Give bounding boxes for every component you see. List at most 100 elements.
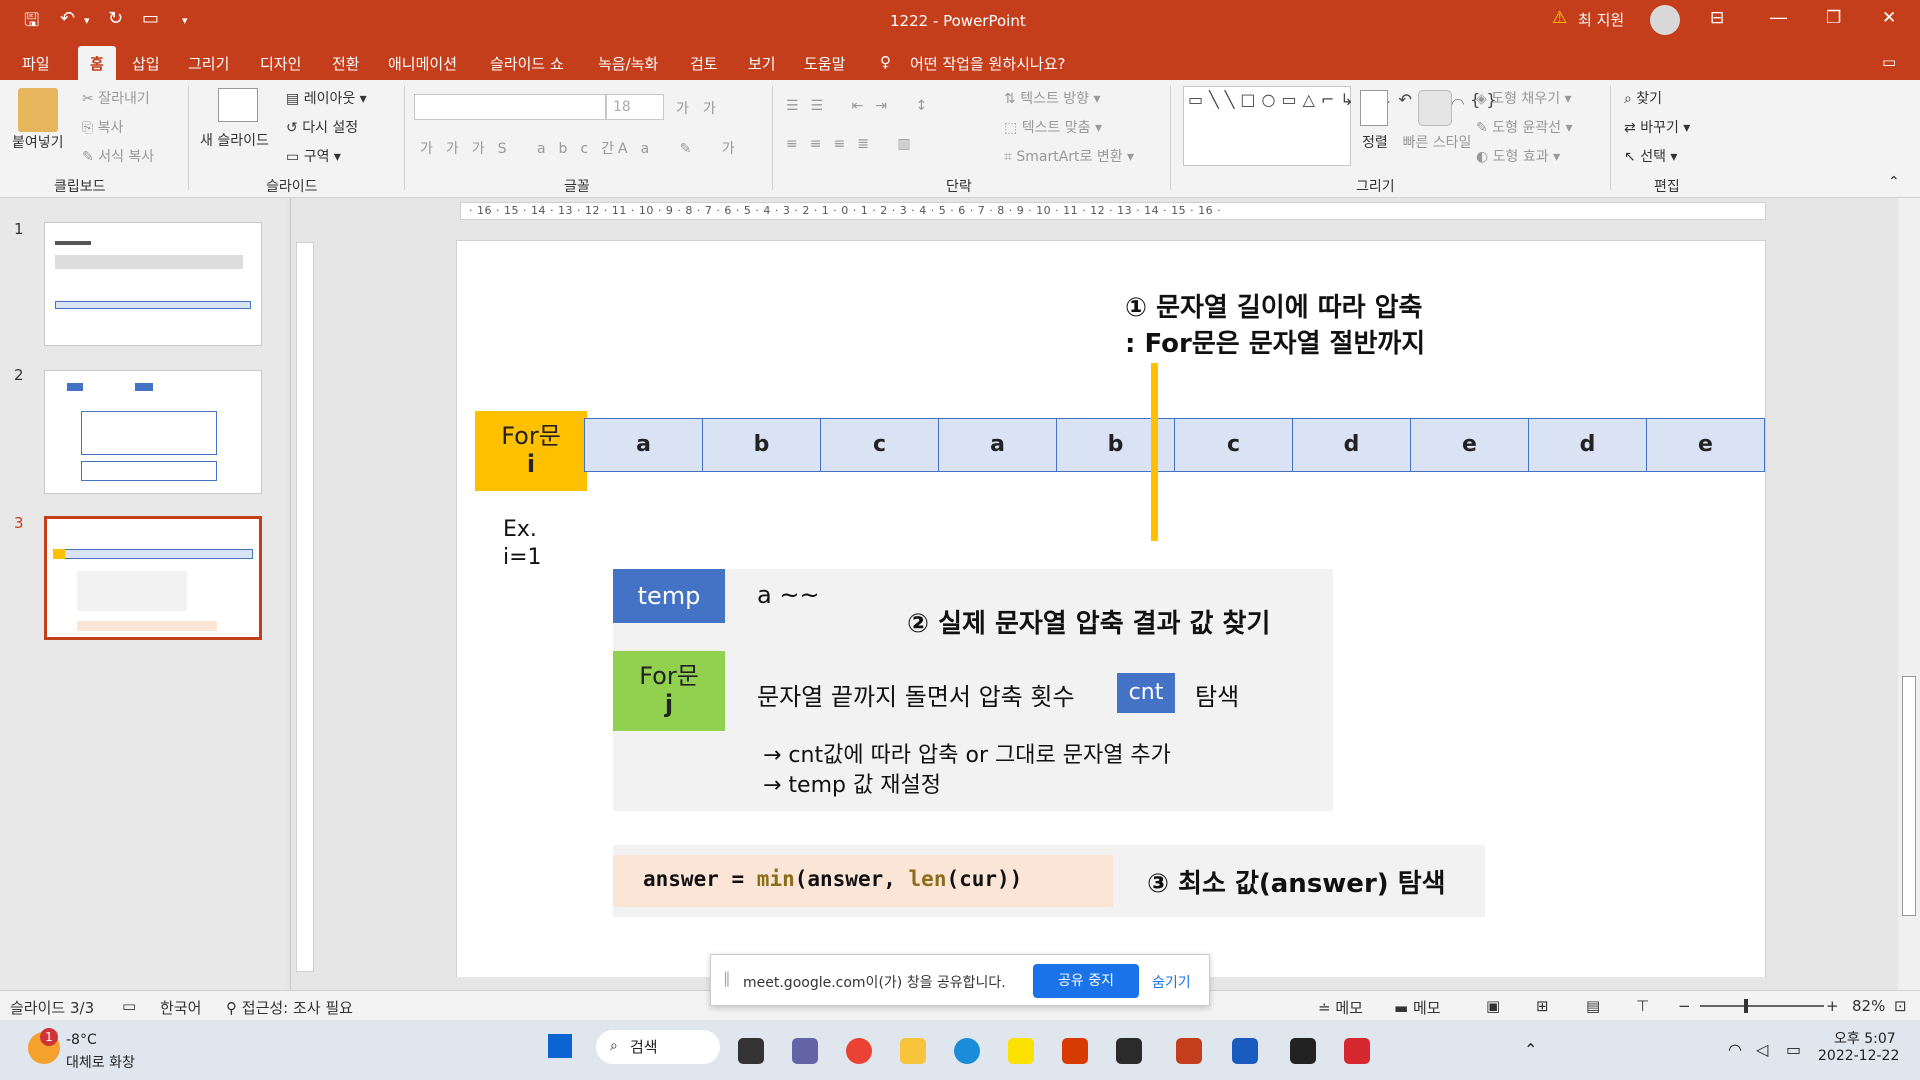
save-icon[interactable]: 🖫 [24, 8, 39, 38]
zoom-slider[interactable] [1700, 1005, 1824, 1007]
section-button[interactable]: ▭ 구역 ▾ [286, 146, 341, 166]
teams-chat-icon[interactable] [792, 1038, 818, 1064]
new-slide-icon[interactable] [218, 88, 258, 122]
select-button[interactable]: ↖ 선택 ▾ [1624, 146, 1677, 166]
layout-button[interactable]: ▤ 레이아웃 ▾ [286, 88, 367, 108]
vertical-ruler[interactable] [296, 242, 314, 972]
accessibility-status[interactable]: ⚲ 접근성: 조사 필요 [226, 997, 353, 1018]
volume-icon[interactable]: ◁ [1756, 1040, 1768, 1059]
zoom-in-icon[interactable]: + [1826, 997, 1839, 1015]
tab-file[interactable]: 파일 [22, 53, 50, 74]
maximize-button[interactable]: ❐ [1826, 8, 1841, 28]
replace-button[interactable]: ⇄ 바꾸기 ▾ [1624, 117, 1690, 137]
task-view-icon[interactable] [738, 1038, 764, 1064]
font-size-field[interactable]: 18 [606, 94, 664, 120]
tab-slideshow[interactable]: 슬라이드 쇼 [490, 53, 564, 74]
reset-button[interactable]: ↺ 다시 설정 [286, 117, 358, 137]
chrome-icon[interactable] [846, 1038, 872, 1064]
slide-canvas[interactable]: ① 문자열 길이에 따라 압축 : For문은 문자열 절반까지 For문 i … [456, 240, 1766, 977]
tab-record[interactable]: 녹음/녹화 [598, 53, 658, 74]
user-name[interactable]: 최 지원 [1578, 9, 1624, 30]
horizontal-ruler[interactable]: · 16 · 15 · 14 · 13 · 12 · 11 · 10 · 9 ·… [460, 202, 1766, 220]
tab-view[interactable]: 보기 [748, 53, 776, 74]
spellcheck-icon[interactable]: ▭ [122, 997, 136, 1015]
format-painter-button[interactable]: ✎ 서식 복사 [82, 146, 154, 166]
font-style-icons[interactable]: 가가가S abc간 [420, 138, 627, 158]
slide-thumbnail-2[interactable] [44, 370, 262, 494]
ribbon-display-icon[interactable]: ⊟ [1710, 8, 1724, 28]
scrollbar-thumb[interactable] [1902, 676, 1916, 916]
new-slide-button[interactable]: 새 슬라이드 [200, 130, 269, 150]
tell-me-search[interactable]: 어떤 작업을 원하시나요? [910, 53, 1066, 74]
slide-sorter-icon[interactable]: ⊞ [1536, 997, 1549, 1015]
slide-thumbnail-3[interactable] [44, 516, 262, 640]
powerpoint-icon[interactable] [1176, 1038, 1202, 1064]
stop-sharing-button[interactable]: 공유 중지 [1033, 964, 1139, 998]
copy-button[interactable]: ⎘ 복사 [82, 117, 123, 137]
minimize-button[interactable]: ― [1770, 8, 1787, 28]
list-icons[interactable]: ☰☰ ⇤⇥ ↕ [786, 98, 939, 114]
office-icon[interactable] [1062, 1038, 1088, 1064]
notion-icon[interactable] [1290, 1038, 1316, 1064]
tab-transitions[interactable]: 전환 [332, 53, 360, 74]
warning-icon[interactable]: ⚠ [1552, 8, 1567, 28]
language-indicator[interactable]: 한국어 [160, 997, 201, 1018]
arrange-button[interactable]: 정렬 [1362, 132, 1388, 152]
shape-effects-button[interactable]: ◐ 도형 효과 ▾ [1476, 146, 1560, 166]
weather-temp[interactable]: -8°C [66, 1032, 97, 1048]
tab-review[interactable]: 검토 [690, 53, 718, 74]
battery-icon[interactable]: ▭ [1786, 1040, 1801, 1059]
customize-toolbar-icon[interactable]: ▾ [182, 14, 188, 27]
align-icons[interactable]: ≡≡≡≣ ▥ [786, 136, 923, 152]
paste-button[interactable]: 붙여넣기 [12, 132, 64, 152]
redo-icon[interactable]: ↻ [108, 8, 123, 29]
present-icon[interactable]: ▭ [142, 8, 159, 29]
zoom-slider-handle[interactable] [1744, 999, 1748, 1013]
reading-view-icon[interactable]: ▤ [1586, 997, 1600, 1015]
normal-view-icon[interactable]: ▣ [1486, 997, 1500, 1015]
close-button[interactable]: ✕ [1882, 8, 1896, 28]
paste-icon[interactable] [18, 88, 58, 132]
font-grow-shrink-icons[interactable]: 가가 [676, 98, 730, 118]
tab-help[interactable]: 도움말 [804, 53, 845, 74]
word-icon[interactable] [1232, 1038, 1258, 1064]
shape-fill-button[interactable]: ◈ 도형 채우기 ▾ [1476, 88, 1572, 108]
zoom-out-icon[interactable]: − [1678, 997, 1691, 1015]
fit-slide-icon[interactable]: ⊡ [1894, 997, 1907, 1015]
tab-draw[interactable]: 그리기 [188, 53, 229, 74]
slideshow-view-icon[interactable]: ⊤ [1636, 997, 1649, 1015]
cut-button[interactable]: ✂ 잘라내기 [82, 88, 150, 108]
undo-icon[interactable]: ↶ [60, 8, 75, 29]
avatar[interactable] [1650, 5, 1680, 35]
file-explorer-icon[interactable] [900, 1038, 926, 1064]
kakaotalk-icon[interactable] [1008, 1038, 1034, 1064]
tab-design[interactable]: 디자인 [260, 53, 301, 74]
tray-overflow-icon[interactable]: ⌃ [1524, 1040, 1537, 1059]
text-direction-button[interactable]: ⇅ 텍스트 방향 ▾ [1004, 88, 1101, 108]
collapse-ribbon-icon[interactable]: ⌃ [1888, 174, 1900, 190]
notes-button[interactable]: ≐ 메모 [1318, 997, 1363, 1018]
clock-date[interactable]: 2022-12-22 [1818, 1048, 1899, 1064]
font-name-field[interactable] [414, 94, 606, 120]
undo-dropdown-icon[interactable]: ▾ [84, 14, 90, 27]
quick-styles-button[interactable]: 빠른 스타일 [1402, 132, 1472, 152]
smartart-button[interactable]: ⌗ SmartArt로 변환 ▾ [1004, 146, 1134, 166]
sticky-notes-icon[interactable] [1116, 1038, 1142, 1064]
comments-icon[interactable]: ▭ [1882, 53, 1896, 71]
clock-time[interactable]: 오후 5:07 [1834, 1028, 1896, 1048]
acrobat-icon[interactable] [1344, 1038, 1370, 1064]
tab-animations[interactable]: 애니메이션 [388, 53, 457, 74]
start-icon[interactable] [548, 1034, 572, 1058]
pane-divider[interactable] [290, 198, 291, 990]
find-button[interactable]: ⌕ 찾기 [1624, 88, 1662, 108]
quick-styles-icon[interactable] [1418, 90, 1452, 126]
font-color-icons[interactable]: Aa ✎ 가 [618, 138, 748, 158]
comments-button[interactable]: ▬ 메모 [1394, 997, 1441, 1018]
network-icon[interactable]: ◠ [1728, 1040, 1742, 1059]
slide-thumbnail-1[interactable] [44, 222, 262, 346]
edge-icon[interactable] [954, 1038, 980, 1064]
hide-banner-button[interactable]: 숨기기 [1152, 972, 1191, 992]
align-text-button[interactable]: ⬚ 텍스트 맞춤 ▾ [1004, 117, 1102, 137]
drag-handle-icon[interactable]: ‖ [723, 969, 731, 987]
shape-outline-button[interactable]: ✎ 도형 윤곽선 ▾ [1476, 117, 1573, 137]
